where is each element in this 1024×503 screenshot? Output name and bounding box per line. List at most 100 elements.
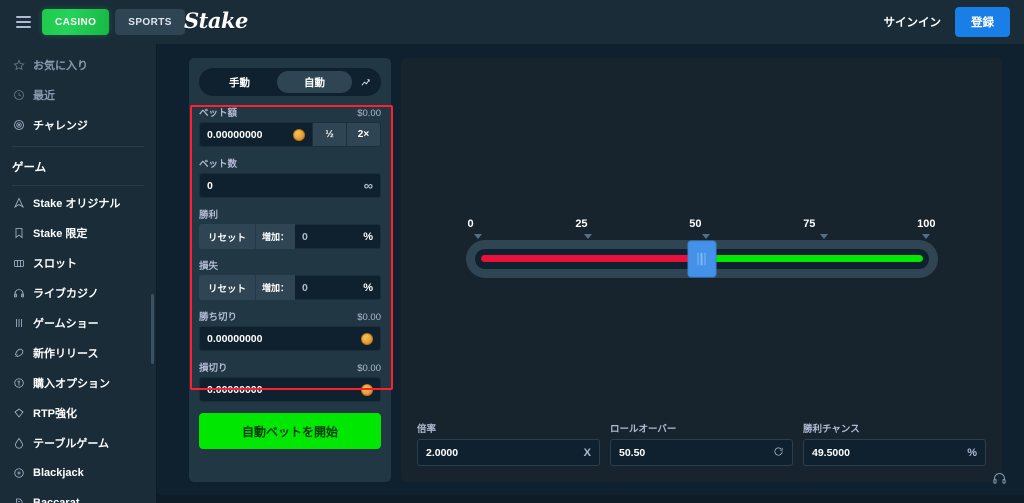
on-loss-input[interactable]: 0 %: [295, 275, 381, 300]
dice-slider: 0 25 50 75 100: [465, 217, 938, 278]
on-win-block: 勝利 リセット 増加： 0 %: [199, 207, 381, 249]
sidebar-item-stake-exclusives[interactable]: Stake 限定: [0, 218, 156, 248]
on-loss-unit: %: [363, 281, 373, 294]
start-autobet-button[interactable]: 自動ベットを開始: [199, 413, 381, 449]
chart-icon[interactable]: [352, 77, 378, 88]
slots-icon: [12, 257, 25, 270]
bet-amount-fiat: $0.00: [357, 108, 381, 119]
rollover-input[interactable]: 50.50: [610, 439, 793, 466]
sidebar-label: RTP強化: [33, 408, 77, 420]
sidebar-scrollbar[interactable]: [151, 294, 154, 364]
on-loss-reset-button[interactable]: リセット: [199, 275, 256, 300]
sidebar-label: Blackjack: [33, 467, 84, 479]
sidebar-label: ライブカジノ: [33, 288, 99, 300]
multiplier-value: 2.0000: [426, 446, 459, 459]
on-win-increase-label[interactable]: 増加：: [255, 224, 296, 249]
on-win-value: 0: [302, 230, 308, 243]
sidebar-item-new-releases[interactable]: 新作リリース: [0, 338, 156, 368]
stop-on-profit-label-row: 勝ち切り $0.00: [199, 309, 381, 323]
sidebar-label: ゲームショー: [33, 318, 99, 330]
vertical-switcher: CASINO SPORTS: [42, 9, 185, 35]
blackjack-icon: [12, 467, 25, 480]
stop-on-loss-label: 損切り: [199, 363, 228, 374]
tab-manual[interactable]: 手動: [202, 71, 277, 93]
sidebar-item-game-shows[interactable]: ゲームショー: [0, 308, 156, 338]
sidebar-section-games: ゲーム: [12, 162, 47, 174]
sidebar-item-blackjack[interactable]: Blackjack: [0, 458, 156, 488]
win-chance-field: 勝利チャンス 49.5000 %: [803, 421, 986, 466]
sidebar-item-enhanced-rtp[interactable]: RTP強化: [0, 398, 156, 428]
on-win-reset-button[interactable]: リセット: [199, 224, 256, 249]
live-casino-icon: [12, 287, 25, 300]
sidebar-item-favourites[interactable]: お気に入り: [0, 50, 156, 80]
refresh-icon[interactable]: [773, 446, 784, 460]
sidebar-label: 新作リリース: [33, 348, 99, 360]
baccarat-icon: [12, 497, 25, 503]
bet-amount-label-row: ベット額 $0.00: [199, 105, 381, 119]
main-content: 手動 自動 ベット額 $0.00 0.00000000 ½ 2× ベット数 0 …: [157, 44, 1024, 503]
rollover-label: ロールオーバー: [610, 424, 677, 435]
sidebar: お気に入り 最近 チャレンジ ゲーム Stake オリジナル Stake 限定 …: [0, 44, 157, 503]
stop-on-profit-label: 勝ち切り: [199, 312, 238, 323]
sports-tab-button[interactable]: SPORTS: [115, 9, 185, 35]
bet-amount-input[interactable]: 0.00000000: [200, 123, 312, 146]
multiplier-label: 倍率: [417, 424, 437, 435]
sidebar-item-bonus-buy[interactable]: 購入オプション: [0, 368, 156, 398]
dice-slider-area: 0 25 50 75 100: [417, 74, 986, 421]
bet-count-input[interactable]: 0 ∞: [200, 174, 380, 197]
register-button[interactable]: 登録: [955, 7, 1010, 37]
sidebar-item-stake-originals[interactable]: Stake オリジナル: [0, 188, 156, 218]
sidebar-item-challenges[interactable]: チャレンジ: [0, 110, 156, 140]
multiplier-field: 倍率 2.0000 X: [417, 421, 600, 466]
stake-logo[interactable]: Stake: [184, 8, 248, 33]
slider-lose-range: [480, 255, 702, 262]
win-chance-value: 49.5000: [812, 446, 850, 459]
slider-tick: 50: [689, 217, 702, 230]
on-loss-increase-label[interactable]: 増加：: [255, 275, 296, 300]
stop-on-loss-label-row: 損切り $0.00: [199, 360, 381, 374]
top-header: CASINO SPORTS Stake サインイン 登録: [0, 0, 1024, 44]
multiplier-input[interactable]: 2.0000 X: [417, 439, 600, 466]
bet-double-button[interactable]: 2×: [346, 123, 380, 146]
header-actions: サインイン 登録: [884, 0, 1010, 44]
sidebar-item-baccarat[interactable]: Baccarat: [0, 488, 156, 503]
slider-track-outer[interactable]: [465, 239, 938, 278]
slider-tick: 100: [917, 217, 936, 230]
slider-track-inner[interactable]: [474, 240, 929, 277]
dice-game-container: 手動 自動 ベット額 $0.00 0.00000000 ½ 2× ベット数 0 …: [189, 58, 1002, 482]
slider-handle[interactable]: [687, 240, 716, 277]
stop-on-loss-input-row: 0.00000000: [199, 377, 381, 402]
win-chance-unit: %: [967, 446, 977, 459]
bet-panel: 手動 自動 ベット額 $0.00 0.00000000 ½ 2× ベット数 0 …: [189, 58, 391, 482]
stop-on-profit-input[interactable]: 0.00000000: [200, 327, 380, 350]
sidebar-label: テーブルゲーム: [33, 438, 110, 450]
bet-amount-value: 0.00000000: [207, 128, 263, 141]
stake-originals-icon: [12, 197, 25, 210]
on-loss-label: 損失: [199, 261, 219, 272]
app-root: CASINO SPORTS Stake サインイン 登録 お気に入り 最近 チャ…: [0, 0, 1024, 503]
stop-on-loss-input[interactable]: 0.00000000: [200, 378, 380, 401]
casino-tab-button[interactable]: CASINO: [42, 9, 110, 35]
target-icon: [12, 119, 25, 132]
stop-on-loss-fiat: $0.00: [357, 363, 381, 374]
win-chance-input[interactable]: 49.5000 %: [803, 439, 986, 466]
on-win-input[interactable]: 0 %: [295, 224, 381, 249]
bet-half-button[interactable]: ½: [312, 123, 346, 146]
infinity-icon[interactable]: ∞: [364, 178, 373, 193]
footer-strip: [157, 495, 1024, 503]
hamburger-menu-icon[interactable]: [6, 0, 40, 44]
sidebar-item-table-games[interactable]: テーブルゲーム: [0, 428, 156, 458]
sidebar-label: Baccarat: [33, 497, 80, 503]
on-loss-label-row: 損失: [199, 258, 381, 272]
coin-icon: [361, 332, 373, 345]
on-loss-value: 0: [302, 281, 308, 294]
sign-in-button[interactable]: サインイン: [884, 14, 942, 30]
sidebar-item-live-casino[interactable]: ライブカジノ: [0, 278, 156, 308]
game-panel: 0 25 50 75 100 倍率 2.0000 X ロールオーバー 50.50…: [401, 58, 1002, 482]
rollover-field: ロールオーバー 50.50: [610, 421, 793, 466]
game-show-icon: [12, 317, 25, 330]
sidebar-item-recent[interactable]: 最近: [0, 80, 156, 110]
tab-auto[interactable]: 自動: [277, 71, 352, 93]
support-headset-icon[interactable]: [990, 469, 1008, 487]
sidebar-item-slots[interactable]: スロット: [0, 248, 156, 278]
